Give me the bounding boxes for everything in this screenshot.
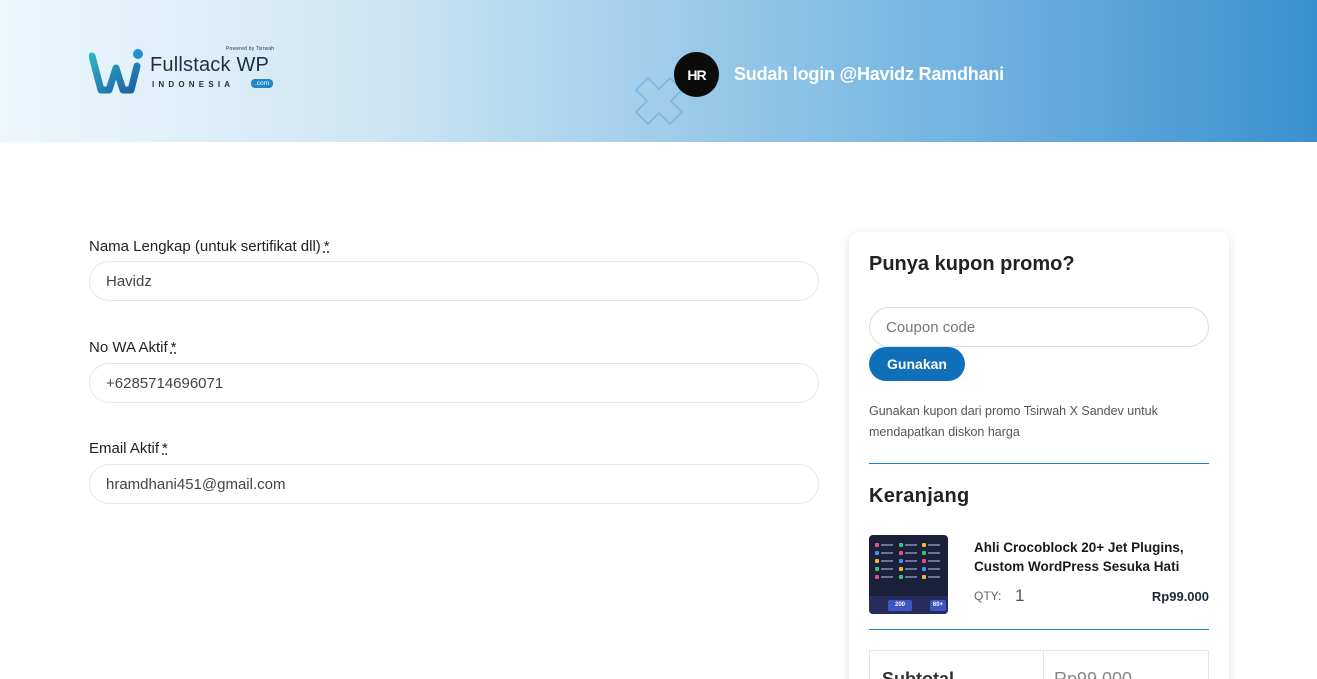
whatsapp-label: No WA Aktif * [89, 337, 819, 359]
cart-item-qty-label: QTY: [974, 589, 1002, 603]
full-name-label: Nama Lengkap (untuk sertifikat dll) * [89, 236, 819, 258]
totals-table: Subtotal Rp99.000 [869, 650, 1209, 679]
divider [869, 463, 1209, 464]
cart-title: Keranjang [869, 485, 970, 507]
required-mark: * [323, 238, 330, 255]
email-label-text: Email Aktif [89, 440, 160, 457]
email-input[interactable] [89, 464, 819, 504]
user-info: HR Sudah login @Havidz Ramdhani [674, 52, 1004, 97]
product-thumbnail: 200 60+ [869, 535, 948, 614]
order-summary-panel: Punya kupon promo? Gunakan Gunakan kupon… [849, 232, 1229, 679]
thumbnail-footer: 200 60+ [869, 596, 948, 614]
required-mark: * [170, 339, 177, 356]
full-name-field: Nama Lengkap (untuk sertifikat dll) * [89, 236, 819, 301]
login-status-text: Sudah login @Havidz Ramdhani [734, 64, 1004, 84]
full-name-label-text: Nama Lengkap (untuk sertifikat dll) [89, 238, 321, 255]
logo-title: Fullstack WP [150, 54, 270, 76]
logo-powered-by: Powered by Tsirwah [226, 46, 275, 52]
subtotal-label: Subtotal [882, 669, 954, 679]
wp-logo-icon [89, 49, 143, 94]
coupon-code-input[interactable] [869, 307, 1209, 347]
coupon-title: Punya kupon promo? [869, 253, 1075, 275]
whatsapp-input[interactable] [89, 363, 819, 403]
logo-subtitle: INDONESIA [152, 80, 235, 89]
thumbnail-badge: 60+ [930, 600, 946, 611]
whatsapp-label-text: No WA Aktif [89, 339, 168, 356]
site-logo[interactable]: Powered by Tsirwah Fullstack WP INDONESI… [89, 44, 279, 96]
apply-coupon-button[interactable]: Gunakan [869, 347, 965, 381]
subtotal-value: Rp99.000 [1054, 669, 1133, 679]
email-label: Email Aktif * [89, 438, 819, 460]
site-header: Powered by Tsirwah Fullstack WP INDONESI… [0, 0, 1317, 142]
totals-column-separator [1043, 651, 1044, 679]
cart-item-name[interactable]: Ahli Crocoblock 20+ Jet Plugins, Custom … [974, 538, 1204, 576]
thumbnail-grid [875, 543, 942, 583]
full-name-input[interactable] [89, 261, 819, 301]
cart-item-qty: 1 [1015, 586, 1025, 605]
cart-item-price: Rp99.000 [1151, 589, 1209, 604]
required-mark: * [162, 440, 168, 457]
email-field: Email Aktif * [89, 438, 819, 504]
divider [869, 629, 1209, 630]
thumbnail-badge: 200 [888, 600, 912, 611]
logo-domain-badge: .com [251, 79, 274, 88]
avatar[interactable]: HR [674, 52, 719, 97]
coupon-note: Gunakan kupon dari promo Tsirwah X Sande… [869, 404, 1158, 439]
whatsapp-field: No WA Aktif * [89, 337, 819, 403]
